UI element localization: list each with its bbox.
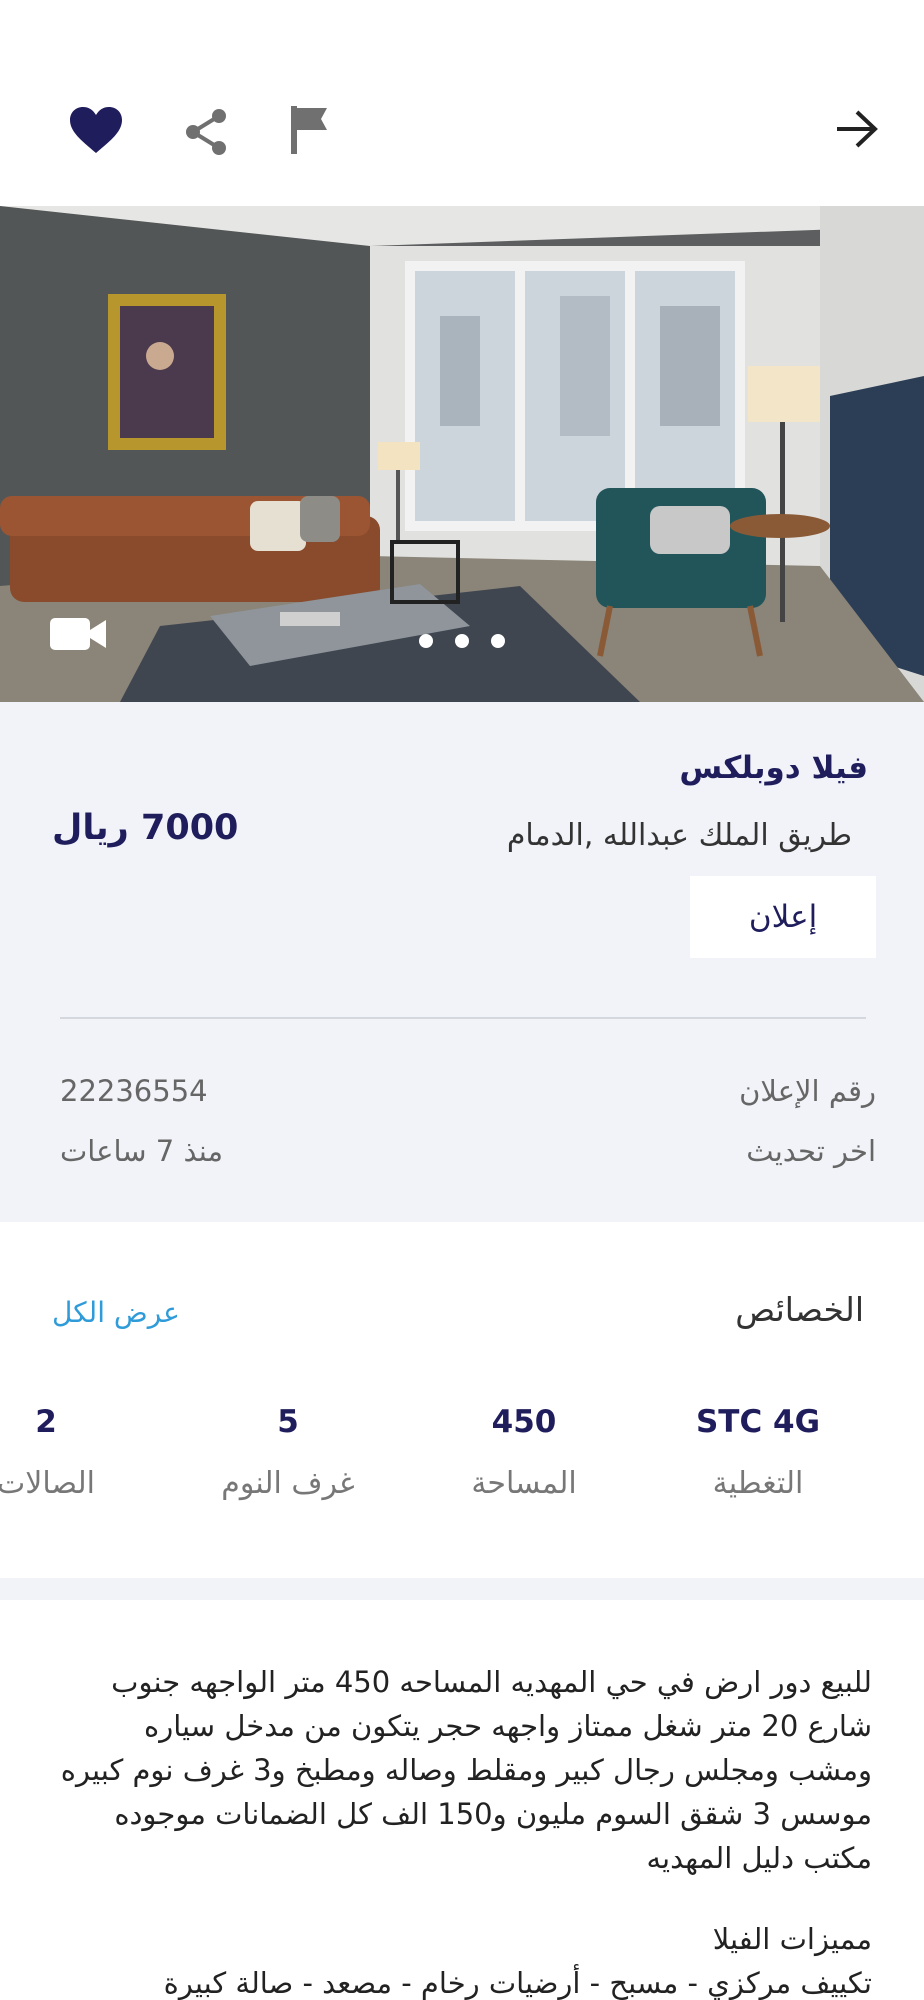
feature-label: التغطية bbox=[712, 1466, 804, 1501]
features-title: الخصائص bbox=[735, 1290, 864, 1329]
ad-number-label: رقم الإعلان bbox=[739, 1074, 876, 1108]
feature-label: غرف النوم bbox=[221, 1466, 355, 1501]
top-bar bbox=[0, 0, 924, 206]
flag-icon bbox=[291, 106, 327, 154]
feature-value: STC 4G bbox=[695, 1404, 821, 1440]
feature-value: 5 bbox=[277, 1404, 299, 1440]
section-separator bbox=[0, 1578, 924, 1600]
feature-value: 2 bbox=[35, 1404, 57, 1440]
divider bbox=[60, 1017, 866, 1019]
feature-label: الصالات bbox=[0, 1466, 95, 1501]
report-button[interactable] bbox=[284, 102, 334, 158]
features-section bbox=[0, 1222, 924, 1578]
feature-coverage: STC 4G التغطية bbox=[658, 1404, 858, 1501]
listing-location: طريق الملك عبدالله ,الدمام bbox=[506, 818, 852, 853]
share-icon bbox=[186, 109, 226, 155]
feature-bedrooms: 5 غرف النوم bbox=[188, 1404, 388, 1501]
feature-area: 450 المساحة bbox=[424, 1404, 624, 1501]
living-room-image bbox=[0, 206, 924, 702]
listing-price: 7000 ريال bbox=[52, 808, 239, 848]
heart-icon bbox=[70, 107, 122, 153]
villa-features-list: تكييف مركزي - مسبح - أرضيات رخام - مصعد … bbox=[163, 1966, 872, 2000]
feature-halls: 2 الصالات bbox=[0, 1404, 146, 1501]
view-all-link[interactable]: عرض الكل bbox=[52, 1296, 180, 1329]
favorite-button[interactable] bbox=[66, 100, 126, 160]
feature-label: المساحة bbox=[471, 1466, 577, 1501]
listing-photo[interactable] bbox=[0, 206, 924, 702]
arrow-right-icon bbox=[837, 110, 878, 148]
gallery-dots[interactable] bbox=[0, 634, 924, 648]
back-button[interactable] bbox=[830, 102, 884, 156]
listing-title: فيلا دوبلكس bbox=[679, 750, 868, 786]
share-button[interactable] bbox=[178, 104, 234, 160]
ad-button[interactable]: إعلان bbox=[690, 876, 876, 958]
ad-number-value: 22236554 bbox=[60, 1074, 208, 1108]
listing-description: للبيع دور ارض في حي المهديه المساحه 450 … bbox=[60, 1665, 872, 1875]
villa-features-heading: مميزات الفيلا bbox=[712, 1922, 872, 1956]
last-update-label: اخر تحديث bbox=[746, 1134, 876, 1168]
gallery-dot[interactable] bbox=[455, 634, 469, 648]
last-update-value: منذ 7 ساعات bbox=[60, 1134, 223, 1168]
gallery-dot[interactable] bbox=[491, 634, 505, 648]
gallery-dot[interactable] bbox=[419, 634, 433, 648]
feature-value: 450 bbox=[491, 1404, 557, 1440]
